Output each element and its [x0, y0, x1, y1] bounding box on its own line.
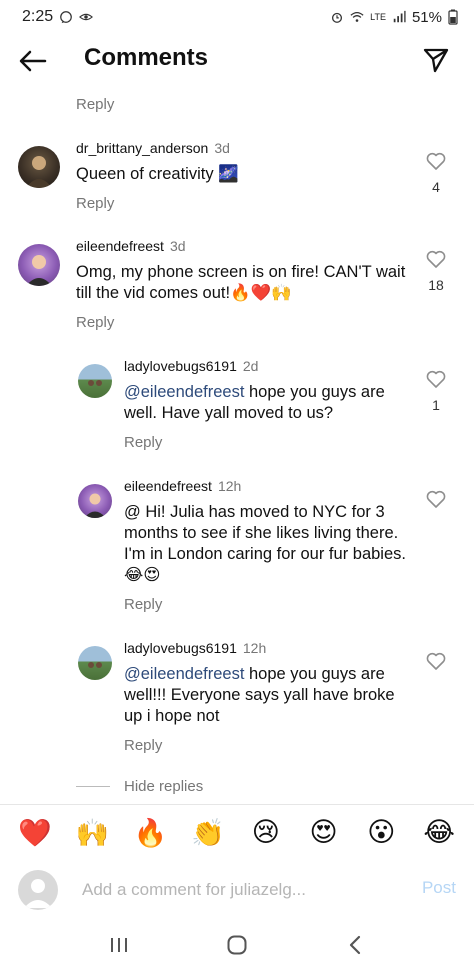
emoji-button[interactable]: 👏 [188, 813, 228, 853]
signal-icon [393, 10, 406, 23]
comment-body: eileendefreest 3d Omg, my phone screen is… [76, 238, 416, 331]
reply-button[interactable]: Reply [124, 737, 414, 754]
comment-text: @eileendefreest hope you guys are well!!… [124, 664, 414, 727]
comment-text: @ Hi! Julia has moved to NYC for 3 month… [124, 503, 406, 584]
heart-outline-icon [426, 490, 446, 508]
hide-replies-label: Hide replies [124, 778, 204, 795]
avatar[interactable] [18, 244, 60, 286]
comment-username[interactable]: ladylovebugs6191 [124, 358, 237, 374]
post-button[interactable]: Post [422, 878, 456, 898]
home-icon [227, 935, 247, 954]
wifi-icon [350, 12, 364, 22]
divider [76, 786, 110, 787]
status-bar: 2:25 LTE 51% [0, 0, 474, 34]
avatar [18, 870, 58, 910]
reply-button[interactable]: Reply [76, 96, 114, 113]
eye-icon [79, 13, 94, 21]
avatar[interactable] [78, 364, 112, 398]
like-button[interactable]: 4 [422, 152, 450, 195]
comment-text: @eileendefreest hope you guys are well. … [124, 382, 414, 424]
avatar-image [26, 156, 52, 188]
like-count: 1 [432, 397, 440, 413]
back-arrow-icon [19, 50, 47, 72]
recent-apps-icon [111, 937, 127, 952]
emoji-bar: ❤️ 🙌 🔥 👏 😢 😍 😮 😂 [0, 804, 474, 860]
emoji-button[interactable]: 🙌 [73, 813, 113, 853]
comment-body: dr_brittany_anderson 3d Queen of creativi… [76, 140, 416, 212]
comment-meta: ladylovebugs6191 2d [124, 358, 414, 374]
page-title: Comments [84, 44, 209, 71]
like-button[interactable] [422, 490, 450, 513]
heart-outline-icon [426, 152, 446, 170]
reply-button[interactable]: Reply [76, 314, 416, 331]
comment-meta: eileendefreest 12h [124, 478, 414, 494]
avatar[interactable] [78, 484, 112, 518]
comment-time: 3d [169, 238, 186, 254]
system-nav-bar [0, 916, 474, 973]
emoji-button[interactable]: 😂 [419, 813, 459, 853]
avatar-image [26, 255, 52, 286]
reply-button[interactable]: Reply [76, 195, 416, 212]
whatsapp-icon [60, 11, 73, 24]
emoji-button[interactable]: 😍 [304, 813, 344, 853]
heart-outline-icon [426, 652, 446, 670]
like-button[interactable]: 18 [422, 250, 450, 293]
reply-button[interactable]: Reply [124, 434, 414, 451]
comment-username[interactable]: eileendefreest [124, 478, 212, 494]
comment-meta: ladylovebugs6191 12h [124, 640, 414, 656]
recent-apps-button[interactable] [99, 925, 139, 965]
like-count: 4 [432, 179, 440, 195]
avatar[interactable] [18, 146, 60, 188]
send-button[interactable] [420, 44, 452, 76]
comment-body: eileendefreest 12h @ Hi! Julia has moved … [124, 478, 414, 613]
network-label: LTE [370, 11, 386, 22]
avatar-image [88, 380, 102, 386]
like-count: 18 [428, 277, 444, 293]
comment-time: 3d [214, 140, 230, 156]
comment-time: 12h [242, 640, 267, 656]
status-time: 2:25 [22, 8, 54, 25]
emoji-button[interactable]: 😮 [361, 813, 401, 853]
back-button[interactable] [16, 44, 50, 78]
emoji-button[interactable]: 😢 [246, 813, 286, 853]
battery-icon [448, 9, 458, 25]
avatar-image [88, 662, 102, 668]
comment-text: Omg, my phone screen is on fire! CAN'T w… [76, 263, 406, 302]
comment-text: Queen of creativity 🌌 [76, 165, 239, 183]
comment-composer: Post [0, 864, 474, 916]
comment-body: ladylovebugs6191 12h @eileendefreest hope… [124, 640, 414, 754]
comment-time: 12h [217, 478, 242, 494]
hide-replies-button[interactable]: Hide replies [76, 778, 203, 795]
mention-link[interactable]: @eileendefreest [124, 665, 244, 683]
emoji-button[interactable]: 🔥 [130, 813, 170, 853]
emoji-button[interactable]: ❤️ [15, 813, 55, 853]
reply-button[interactable]: Reply [124, 596, 414, 613]
like-button[interactable] [422, 652, 450, 675]
comment-username[interactable]: dr_brittany_anderson [76, 140, 208, 156]
alarm-icon [332, 12, 343, 23]
comment-username[interactable]: ladylovebugs6191 [124, 640, 237, 656]
comment-meta: eileendefreest 3d [76, 238, 416, 254]
send-icon [423, 48, 449, 73]
battery-percent: 51% [411, 8, 442, 26]
comment-time: 2d [242, 358, 259, 374]
comment-meta: dr_brittany_anderson 3d [76, 140, 416, 156]
avatar[interactable] [78, 646, 112, 680]
comment-input[interactable] [82, 876, 382, 904]
home-button[interactable] [217, 925, 257, 965]
heart-outline-icon [426, 370, 446, 388]
back-nav-button[interactable] [335, 925, 375, 965]
like-button[interactable]: 1 [422, 370, 450, 413]
mention-link[interactable]: @eileendefreest [124, 383, 244, 401]
chevron-left-icon [349, 935, 361, 954]
default-avatar-icon [24, 879, 52, 908]
heart-outline-icon [426, 250, 446, 268]
comment-body: ladylovebugs6191 2d @eileendefreest hope … [124, 358, 414, 451]
avatar-image [84, 493, 106, 518]
header: Comments [0, 34, 474, 86]
comment-username[interactable]: eileendefreest [76, 238, 164, 254]
